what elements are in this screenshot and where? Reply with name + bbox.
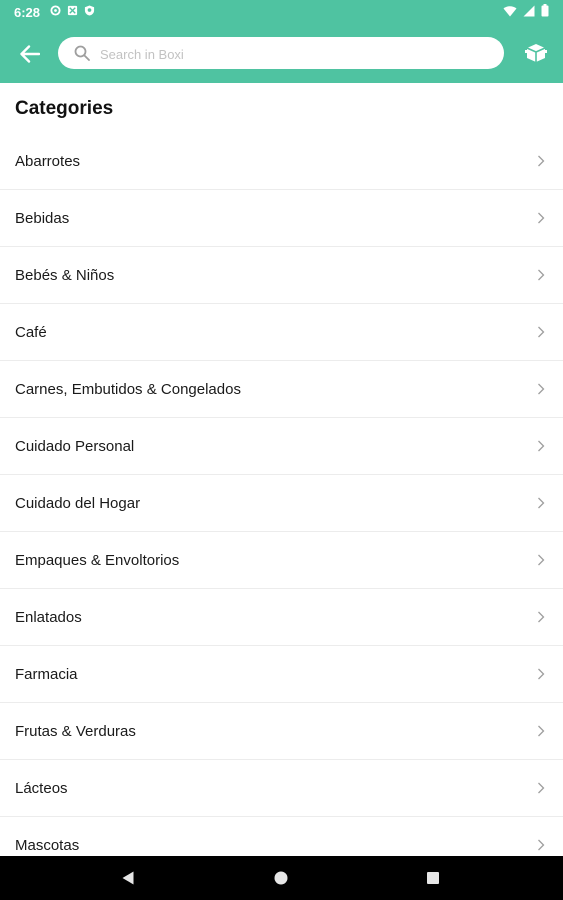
category-label: Enlatados [15, 609, 82, 626]
search-icon [74, 45, 90, 61]
chevron-right-icon [538, 440, 545, 452]
status-time: 6:28 [14, 5, 41, 20]
status-bar: 6:28 [0, 0, 563, 24]
battery-icon [541, 4, 549, 17]
chevron-right-icon [538, 611, 545, 623]
box-button[interactable] [523, 40, 549, 66]
category-label: Mascotas [15, 837, 80, 854]
settings-icon [50, 5, 61, 16]
category-item[interactable]: Mascotas [0, 817, 563, 856]
category-label: Farmacia [15, 666, 78, 683]
shield-icon [84, 5, 95, 16]
back-triangle-icon [122, 871, 134, 885]
category-label: Café [15, 324, 47, 341]
category-item[interactable]: Cuidado Personal [0, 418, 563, 475]
home-circle-icon [274, 871, 288, 885]
category-item[interactable]: Frutas & Verduras [0, 703, 563, 760]
category-item[interactable]: Carnes, Embutidos & Congelados [0, 361, 563, 418]
notification-icon [67, 5, 78, 16]
category-label: Empaques & Envoltorios [15, 552, 180, 569]
category-label: Abarrotes [15, 153, 81, 170]
category-list: Abarrotes Bebidas Bebés & Niños Café Car… [0, 133, 563, 856]
arrow-left-icon [20, 45, 40, 63]
nav-recents-button[interactable] [423, 868, 443, 888]
chevron-right-icon [538, 497, 545, 509]
signal-icon [523, 5, 535, 16]
nav-back-button[interactable] [118, 868, 138, 888]
chevron-right-icon [538, 725, 545, 737]
category-label: Cuidado del Hogar [15, 495, 141, 512]
category-label: Cuidado Personal [15, 438, 135, 455]
category-item[interactable]: Café [0, 304, 563, 361]
chevron-right-icon [538, 668, 545, 680]
category-label: Lácteos [15, 780, 68, 797]
back-button[interactable] [14, 38, 46, 70]
box-icon [525, 44, 547, 62]
category-item[interactable]: Farmacia [0, 646, 563, 703]
category-item[interactable]: Bebidas [0, 190, 563, 247]
recents-square-icon [427, 872, 439, 884]
content: Categories Abarrotes Bebidas Bebés & Niñ… [0, 83, 563, 856]
category-item[interactable]: Abarrotes [0, 133, 563, 190]
category-item[interactable]: Enlatados [0, 589, 563, 646]
category-label: Carnes, Embutidos & Congelados [15, 381, 241, 398]
category-item[interactable]: Cuidado del Hogar [0, 475, 563, 532]
chevron-right-icon [538, 326, 545, 338]
system-nav-bar [0, 856, 563, 900]
wifi-icon [503, 5, 517, 16]
category-item[interactable]: Lácteos [0, 760, 563, 817]
app-bar [0, 24, 563, 83]
search-input[interactable] [98, 42, 492, 66]
search-box[interactable] [58, 37, 504, 69]
status-left-icons [50, 5, 95, 16]
chevron-right-icon [538, 212, 545, 224]
category-item[interactable]: Empaques & Envoltorios [0, 532, 563, 589]
chevron-right-icon [538, 782, 545, 794]
category-label: Bebidas [15, 210, 70, 227]
chevron-right-icon [538, 839, 545, 851]
chevron-right-icon [538, 155, 545, 167]
category-item[interactable]: Bebés & Niños [0, 247, 563, 304]
status-right-icons [503, 4, 549, 17]
category-label: Frutas & Verduras [15, 723, 136, 740]
chevron-right-icon [538, 269, 545, 281]
chevron-right-icon [538, 383, 545, 395]
chevron-right-icon [538, 554, 545, 566]
nav-home-button[interactable] [271, 868, 291, 888]
page-title: Categories [15, 98, 114, 119]
category-label: Bebés & Niños [15, 267, 115, 284]
